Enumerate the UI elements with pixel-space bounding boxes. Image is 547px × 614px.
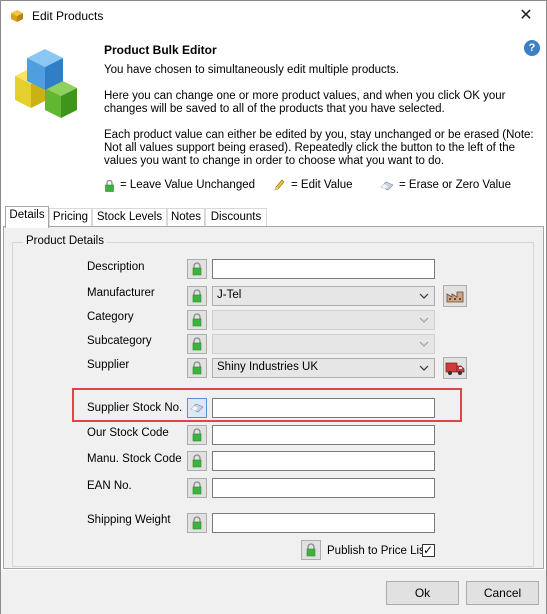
lock-icon — [192, 313, 202, 327]
manu-stock-code-label: Manu. Stock Code — [87, 453, 182, 465]
our-stock-code-state-button[interactable] — [187, 425, 207, 445]
header-para2-line1: Here you can change one or more product … — [104, 90, 506, 102]
manu-stock-code-input[interactable] — [212, 451, 435, 471]
ean-no-label: EAN No. — [87, 480, 132, 492]
lock-icon — [192, 289, 202, 303]
check-icon: ✓ — [423, 543, 434, 557]
pencil-edit-icon — [274, 179, 285, 191]
our-stock-code-label: Our Stock Code — [87, 427, 169, 439]
tab-details[interactable]: Details — [5, 206, 49, 228]
publish-label: Publish to Price List — [327, 545, 428, 557]
subcategory-state-button[interactable] — [187, 334, 207, 354]
lock-icon — [192, 262, 202, 276]
subcategory-label: Subcategory — [87, 335, 152, 347]
header-para3-line3: values you want to change in order to ch… — [104, 155, 445, 167]
window-title: Edit Products — [32, 9, 104, 23]
description-label: Description — [87, 261, 145, 273]
subcategory-select[interactable] — [212, 334, 435, 354]
chevron-down-icon — [419, 293, 429, 299]
lock-icon — [192, 361, 202, 375]
lock-icon — [192, 516, 202, 530]
legend-erase-label: = Erase or Zero Value — [399, 179, 511, 191]
dialog-footer: Ok Cancel — [1, 570, 546, 614]
legend-edit-label: = Edit Value — [291, 179, 353, 191]
supplier-stock-no-state-button[interactable] — [187, 398, 207, 418]
lock-icon — [306, 543, 316, 557]
supplier-value: Shiny Industries UK — [217, 361, 318, 373]
category-label: Category — [87, 311, 134, 323]
title-bar: Edit Products ✕ — [1, 1, 546, 32]
ok-button[interactable]: Ok — [386, 581, 459, 605]
supplier-label: Supplier — [87, 359, 130, 371]
app-box-icon — [11, 10, 23, 22]
group-title: Product Details — [23, 235, 107, 247]
manufacturer-select[interactable]: J-Tel — [212, 286, 435, 306]
supplier-state-button[interactable] — [187, 358, 207, 378]
supplier-select[interactable]: Shiny Industries UK — [212, 358, 435, 378]
lock-icon — [192, 481, 202, 495]
edit-products-window: Edit Products ✕ ? Product Bulk Editor Yo… — [0, 0, 547, 614]
shipping-weight-label: Shipping Weight — [87, 514, 171, 526]
manu-stock-code-state-button[interactable] — [187, 451, 207, 471]
lock-icon — [192, 428, 202, 442]
lock-unchanged-icon — [105, 180, 114, 192]
header-para2-line2: changes will be saved to all of the prod… — [104, 103, 445, 115]
header-title: Product Bulk Editor — [104, 43, 217, 57]
help-icon[interactable]: ? — [524, 40, 540, 56]
supplier-stock-no-input[interactable] — [212, 398, 435, 418]
category-state-button[interactable] — [187, 310, 207, 330]
manufacturer-value: J-Tel — [217, 289, 242, 301]
cubes-logo-icon — [15, 49, 77, 118]
manufacturer-label: Manufacturer — [87, 287, 155, 299]
legend-unchanged-label: = Leave Value Unchanged — [120, 179, 256, 191]
ean-no-state-button[interactable] — [187, 478, 207, 498]
supplier-stock-no-label: Supplier Stock No. — [87, 402, 183, 414]
header-para3-line2: Not all values support being erased). Re… — [104, 142, 516, 154]
tab-pricing[interactable]: Pricing — [49, 208, 92, 227]
chevron-down-icon — [419, 341, 429, 347]
truck-icon — [445, 362, 465, 375]
publish-checkbox[interactable]: ✓ — [422, 543, 435, 557]
ean-no-input[interactable] — [212, 478, 435, 498]
manufacturer-factory-button[interactable] — [443, 285, 467, 307]
eraser-icon — [380, 181, 394, 191]
header-para3-line1: Each product value can either be edited … — [104, 129, 534, 141]
supplier-truck-button[interactable] — [443, 357, 467, 379]
manufacturer-state-button[interactable] — [187, 286, 207, 306]
eraser-icon — [190, 403, 204, 413]
tab-stock-levels[interactable]: Stock Levels — [92, 208, 167, 227]
chevron-down-icon — [419, 317, 429, 323]
shipping-weight-state-button[interactable] — [187, 513, 207, 533]
shipping-weight-input[interactable] — [212, 513, 435, 533]
cancel-button[interactable]: Cancel — [466, 581, 539, 605]
legend: = Leave Value Unchanged = Edit Value = E… — [1, 179, 546, 195]
tab-discounts[interactable]: Discounts — [205, 208, 267, 227]
close-button[interactable]: ✕ — [516, 5, 536, 27]
lock-icon — [192, 454, 202, 468]
lock-icon — [192, 337, 202, 351]
description-state-button[interactable] — [187, 259, 207, 279]
tab-notes[interactable]: Notes — [167, 208, 205, 227]
category-select[interactable] — [212, 310, 435, 330]
factory-icon — [446, 291, 464, 303]
bulk-editor-header: ? Product Bulk Editor You have chosen to… — [1, 32, 546, 202]
description-input[interactable] — [212, 259, 435, 279]
our-stock-code-input[interactable] — [212, 425, 435, 445]
publish-state-button[interactable] — [301, 540, 321, 560]
header-intro: You have chosen to simultaneously edit m… — [104, 64, 399, 76]
chevron-down-icon — [419, 365, 429, 371]
